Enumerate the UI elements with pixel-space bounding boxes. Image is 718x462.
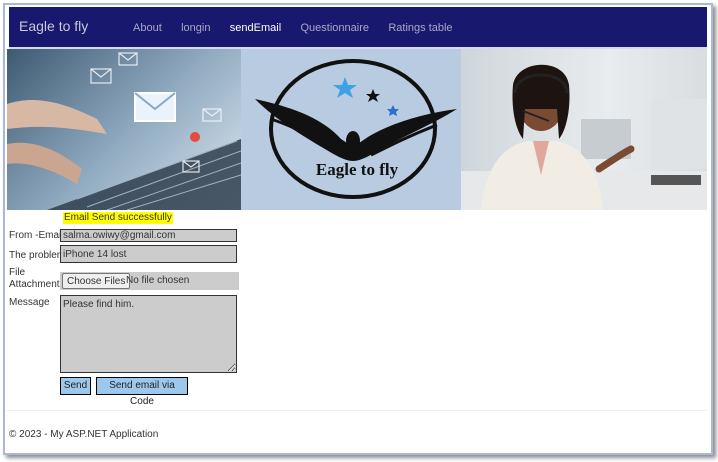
logo-text: Eagle to fly — [316, 160, 399, 179]
file-label-line2: Attachments — [9, 279, 65, 290]
status-message: Email Send successfully — [63, 212, 173, 224]
file-attachments-input[interactable]: Choose Files No file chosen — [60, 272, 239, 290]
divider — [7, 410, 707, 411]
eagle-logo: Eagle to fly — [241, 49, 461, 210]
nav-link-login[interactable]: longin — [181, 22, 210, 34]
browser-frame: Eagle to fly About longin sendEmail Ques… — [3, 3, 713, 455]
support-agent-image — [461, 49, 707, 210]
laptop-email-image — [7, 49, 241, 210]
brand-link[interactable]: Eagle to fly — [19, 18, 88, 34]
from-email-label: From -Email — [9, 230, 64, 241]
nav-link-ratings-table[interactable]: Ratings table — [388, 22, 452, 34]
send-button[interactable]: Send — [60, 377, 91, 395]
navbar: Eagle to fly About longin sendEmail Ques… — [9, 7, 707, 49]
problem-input[interactable] — [60, 245, 237, 263]
message-label: Message — [9, 297, 50, 308]
nav-link-sendemail[interactable]: sendEmail — [230, 22, 281, 34]
nav-link-about[interactable]: About — [133, 22, 162, 34]
from-email-input[interactable] — [60, 229, 237, 242]
nav-menu: About longin sendEmail Questionnaire Rat… — [133, 20, 469, 34]
no-file-text: No file chosen — [126, 275, 190, 286]
file-label: File Attachments — [9, 267, 65, 291]
star-icon — [333, 77, 357, 98]
eagle-icon — [255, 99, 457, 161]
choose-files-button[interactable]: Choose Files — [62, 273, 131, 289]
nav-link-questionnaire[interactable]: Questionnaire — [301, 22, 370, 34]
message-textarea[interactable]: Please find him. — [60, 295, 237, 373]
header-banner: Eagle to fly — [7, 49, 707, 210]
problem-label: The problem — [9, 250, 66, 261]
send-email-via-code-button[interactable]: Send email via Code — [96, 377, 188, 407]
envelope-icon — [134, 92, 176, 122]
footer-text: © 2023 - My ASP.NET Application — [9, 429, 159, 440]
file-label-line1: File — [9, 267, 26, 278]
